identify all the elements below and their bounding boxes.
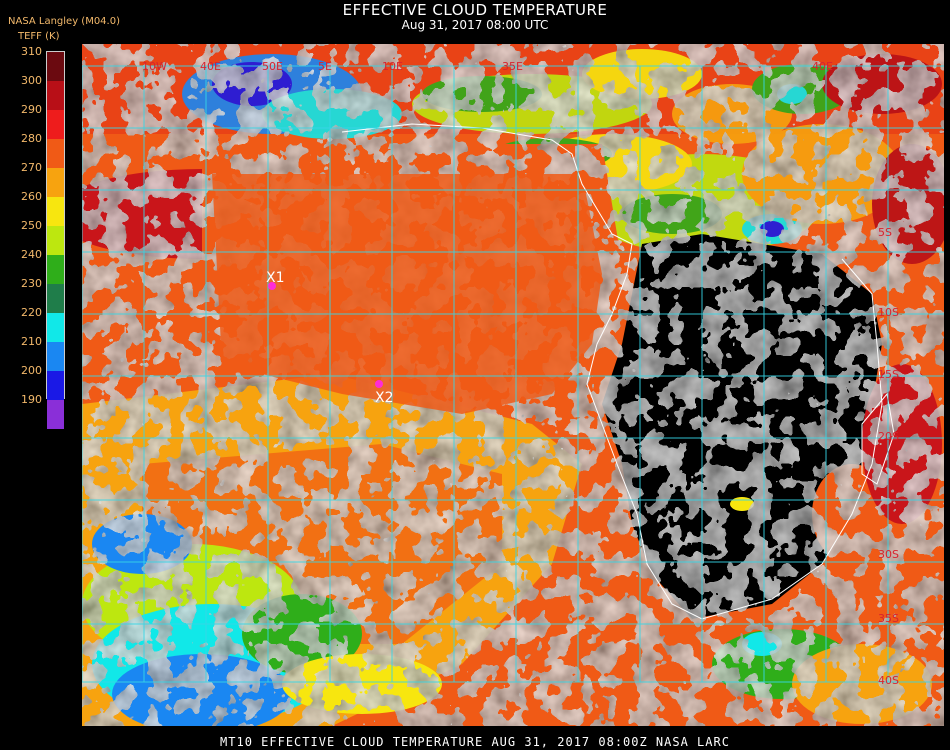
legend-swatch <box>47 284 64 313</box>
legend-label: 250 <box>21 219 42 232</box>
legend-label: 200 <box>21 364 42 377</box>
marker-x2-dot <box>375 380 383 388</box>
latitude-label: 30S <box>878 548 899 561</box>
legend-label: 260 <box>21 190 42 203</box>
legend-swatch <box>47 313 64 342</box>
longitude-label: 10W <box>142 60 167 73</box>
units-label: TEFF (K) <box>18 31 60 42</box>
page-title: EFFECTIVE CLOUD TEMPERATURE <box>342 1 608 19</box>
legend-swatch <box>47 197 64 226</box>
legend-swatch <box>47 226 64 255</box>
legend-label: 190 <box>21 393 42 406</box>
legend-swatch <box>47 139 64 168</box>
cloud-temperature-map: 10W 40E 50E 5E 10E 35E 40E 5S 10S 15S 20S 30S 35S 40S… <box>82 44 944 726</box>
legend-swatch <box>47 110 64 139</box>
legend-label: 310 <box>21 45 42 58</box>
legend-label: 280 <box>21 132 42 145</box>
legend-swatch <box>47 400 64 429</box>
marker-x1-label: X1 <box>266 270 285 286</box>
legend-swatch <box>47 342 64 371</box>
producer-label: NASA Langley (M04.0) <box>8 16 120 27</box>
longitude-label: 35E <box>502 60 523 73</box>
latitude-label: 15S <box>878 368 899 381</box>
latitude-label: 10S <box>878 306 899 319</box>
marker-x2-label: X2 <box>375 390 394 406</box>
legend-swatch <box>47 52 64 81</box>
longitude-label: 5E <box>318 60 332 73</box>
longitude-label: 10E <box>382 60 403 73</box>
legend-label: 230 <box>21 277 42 290</box>
latitude-label: 20S <box>878 430 899 443</box>
longitude-label: 50E <box>262 60 283 73</box>
legend-bar <box>46 51 65 429</box>
legend-label: 290 <box>21 103 42 116</box>
legend-swatch <box>47 255 64 284</box>
legend-label: 300 <box>21 74 42 87</box>
legend-label: 210 <box>21 335 42 348</box>
legend-swatch <box>47 371 64 400</box>
longitude-label: 40E <box>812 60 833 73</box>
legend-label: 240 <box>21 248 42 261</box>
longitude-label: 40E <box>200 60 221 73</box>
legend-label: 220 <box>21 306 42 319</box>
latitude-label: 35S <box>878 612 899 625</box>
footer-caption: MT10 EFFECTIVE CLOUD TEMPERATURE AUG 31,… <box>220 735 730 749</box>
latitude-label: 40S <box>878 674 899 687</box>
legend-label: 270 <box>21 161 42 174</box>
legend-swatch <box>47 168 64 197</box>
color-legend: 310 300 290 280 270 260 250 240 230 220 210 200 190 <box>0 44 70 429</box>
page-subtitle: Aug 31, 2017 08:00 UTC <box>401 18 549 32</box>
legend-swatch <box>47 81 64 110</box>
latitude-label: 5S <box>878 226 892 239</box>
